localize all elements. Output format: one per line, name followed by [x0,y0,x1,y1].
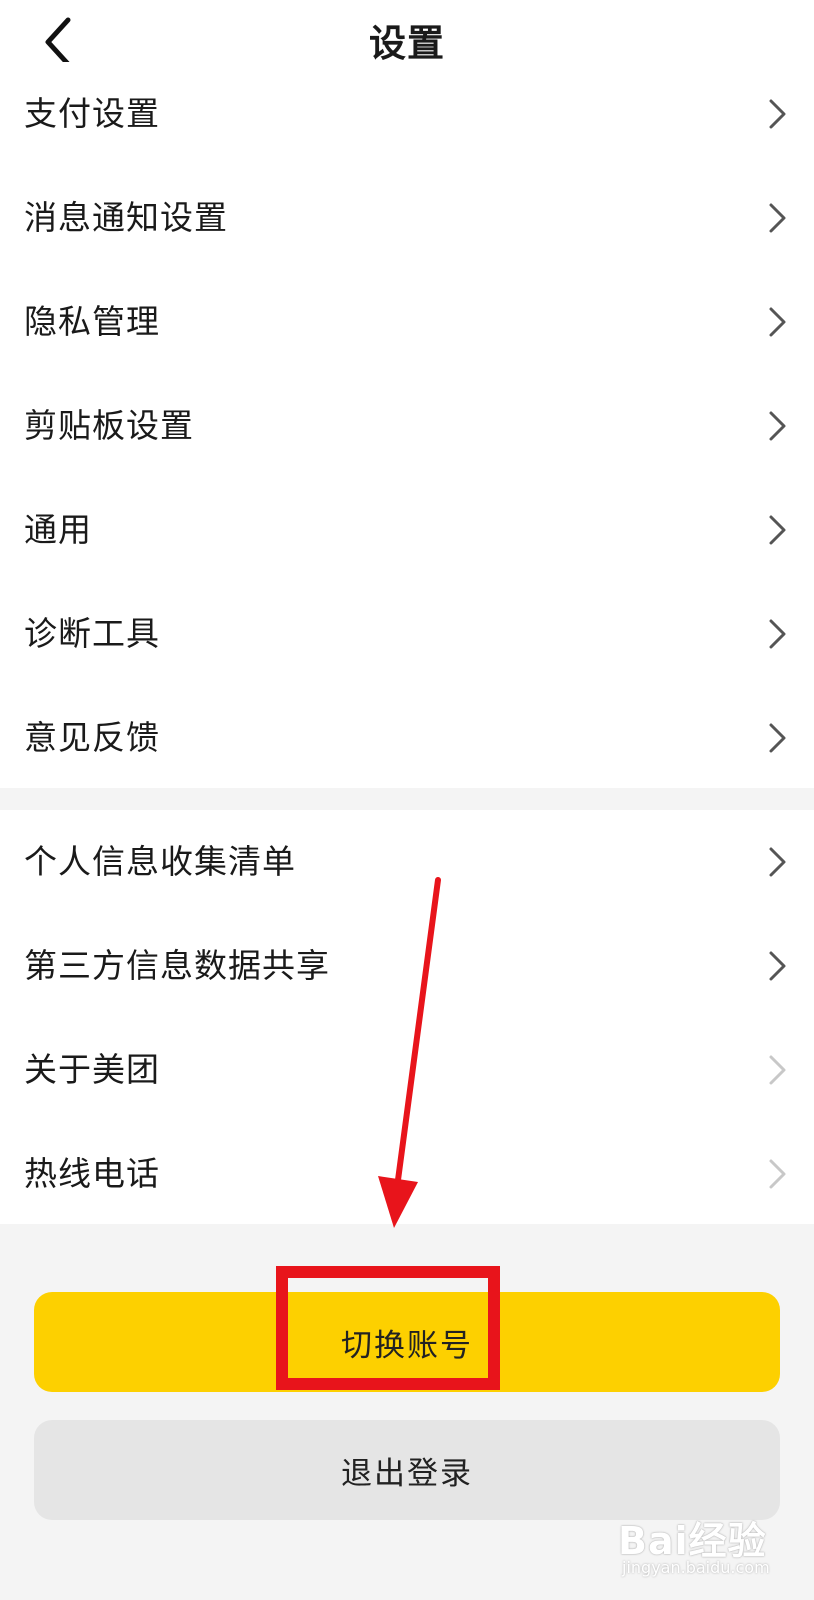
settings-section-info: 个人信息收集清单 第三方信息数据共享 关于美团 热线电话 [0,810,814,1224]
menu-item-label: 剪贴板设置 [24,406,194,445]
chevron-right-icon [768,846,788,878]
chevron-right-icon [768,1158,788,1190]
chevron-right-icon [768,722,788,754]
menu-item-clipboard-settings[interactable]: 剪贴板设置 [0,374,814,478]
chevron-right-icon [768,98,788,130]
section-divider [0,788,814,810]
menu-item-label: 关于美团 [24,1050,160,1089]
menu-item-diagnostic-tools[interactable]: 诊断工具 [0,582,814,686]
menu-item-third-party-data-sharing[interactable]: 第三方信息数据共享 [0,914,814,1018]
menu-item-label: 热线电话 [24,1154,160,1193]
menu-item-about-meituan[interactable]: 关于美团 [0,1018,814,1122]
menu-item-label: 支付设置 [24,94,160,133]
menu-item-label: 消息通知设置 [24,198,228,237]
menu-item-label: 通用 [24,510,92,549]
chevron-right-icon [768,618,788,650]
menu-item-label: 第三方信息数据共享 [24,946,330,985]
menu-item-personal-info-list[interactable]: 个人信息收集清单 [0,810,814,914]
chevron-right-icon [768,1054,788,1086]
menu-item-label: 诊断工具 [24,614,160,653]
chevron-right-icon [768,202,788,234]
logout-button[interactable]: 退出登录 [34,1420,780,1520]
menu-item-general[interactable]: 通用 [0,478,814,582]
menu-item-label: 意见反馈 [24,718,160,757]
menu-item-feedback[interactable]: 意见反馈 [0,686,814,790]
account-actions: 切换账号 退出登录 [0,1224,814,1600]
settings-section-main: 支付设置 消息通知设置 隐私管理 剪贴板设置 通用 诊断工具 意见反馈 [0,62,814,788]
chevron-right-icon [768,950,788,982]
chevron-right-icon [768,410,788,442]
switch-account-button[interactable]: 切换账号 [34,1292,780,1392]
chevron-right-icon [768,514,788,546]
chevron-right-icon [768,306,788,338]
menu-item-payment-settings[interactable]: 支付设置 [0,62,814,166]
menu-item-notification-settings[interactable]: 消息通知设置 [0,166,814,270]
menu-item-hotline[interactable]: 热线电话 [0,1122,814,1226]
menu-item-label: 隐私管理 [24,302,160,341]
menu-item-label: 个人信息收集清单 [24,842,296,881]
menu-item-privacy-management[interactable]: 隐私管理 [0,270,814,374]
